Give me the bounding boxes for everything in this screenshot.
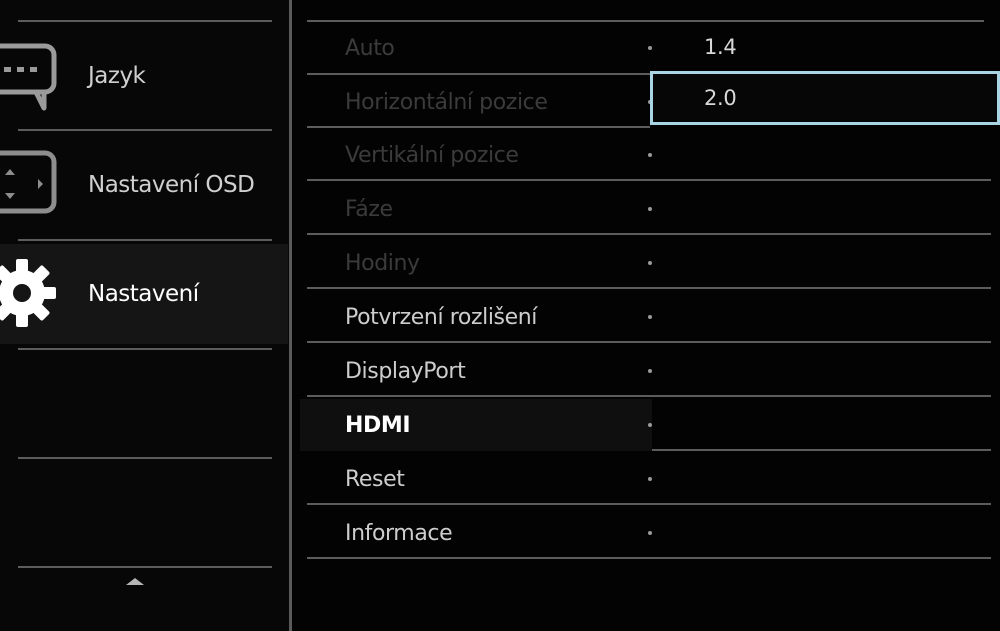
sidebar-separator: [18, 348, 272, 350]
submenu-option-1-4[interactable]: 1.4: [650, 20, 1000, 74]
sidebar-item-language[interactable]: Jazyk: [0, 26, 288, 126]
bullet-icon: [648, 477, 652, 481]
menu-item-vertical-position: Vertikální pozice: [300, 129, 1000, 181]
gear-icon: [0, 259, 56, 327]
menu-item-label: DisplayPort: [345, 358, 466, 384]
sidebar-divider: [289, 0, 292, 631]
submenu-option-2-0[interactable]: 2.0: [650, 71, 1000, 125]
sidebar-separator: [18, 20, 272, 22]
menu-item-label: Informace: [345, 520, 453, 546]
bullet-icon: [648, 261, 652, 265]
bullet-icon: [648, 531, 652, 535]
sidebar-item-label: Nastavení: [88, 281, 199, 307]
menu-item-label: Potvrzení rozlišení: [345, 304, 538, 330]
menu-item-label: Vertikální pozice: [345, 142, 519, 168]
menu-item-hdmi[interactable]: HDMI: [300, 399, 1000, 451]
menu-item-phase: Fáze: [300, 183, 1000, 235]
sidebar-separator: [18, 457, 272, 459]
sidebar-item-osd-settings[interactable]: Nastavení OSD: [0, 135, 288, 235]
menu-item-label: Fáze: [345, 196, 393, 222]
menu-item-label: Reset: [345, 466, 405, 492]
bullet-icon: [648, 423, 652, 427]
bullet-icon: [648, 153, 652, 157]
menu-item-label: Hodiny: [345, 250, 420, 276]
sidebar-item-label: Nastavení OSD: [88, 172, 255, 198]
bullet-icon: [648, 369, 652, 373]
sidebar-separator: [18, 239, 272, 241]
sidebar-separator: [18, 129, 272, 131]
osd-settings-icon: [0, 150, 57, 214]
bullet-icon: [648, 207, 652, 211]
menu-item-displayport[interactable]: DisplayPort: [300, 345, 1000, 397]
menu-item-label: HDMI: [345, 412, 411, 438]
sidebar-separator: [18, 566, 272, 568]
menu-item-reset[interactable]: Reset: [300, 453, 1000, 505]
menu-item-clock: Hodiny: [300, 237, 1000, 289]
menu-item-label: Horizontální pozice: [345, 89, 548, 115]
submenu-option-label: 2.0: [704, 86, 737, 110]
menu-item-label: Auto: [345, 35, 395, 61]
language-speech-icon: [0, 43, 57, 111]
sidebar-item-settings[interactable]: Nastavení: [0, 244, 288, 344]
triangle-up-icon[interactable]: [126, 578, 144, 585]
sidebar-item-label: Jazyk: [88, 63, 146, 89]
bullet-icon: [648, 315, 652, 319]
menu-item-resolution-notification[interactable]: Potvrzení rozlišení: [300, 291, 1000, 343]
menu-item-information[interactable]: Informace: [300, 507, 1000, 559]
submenu-option-label: 1.4: [704, 35, 737, 59]
